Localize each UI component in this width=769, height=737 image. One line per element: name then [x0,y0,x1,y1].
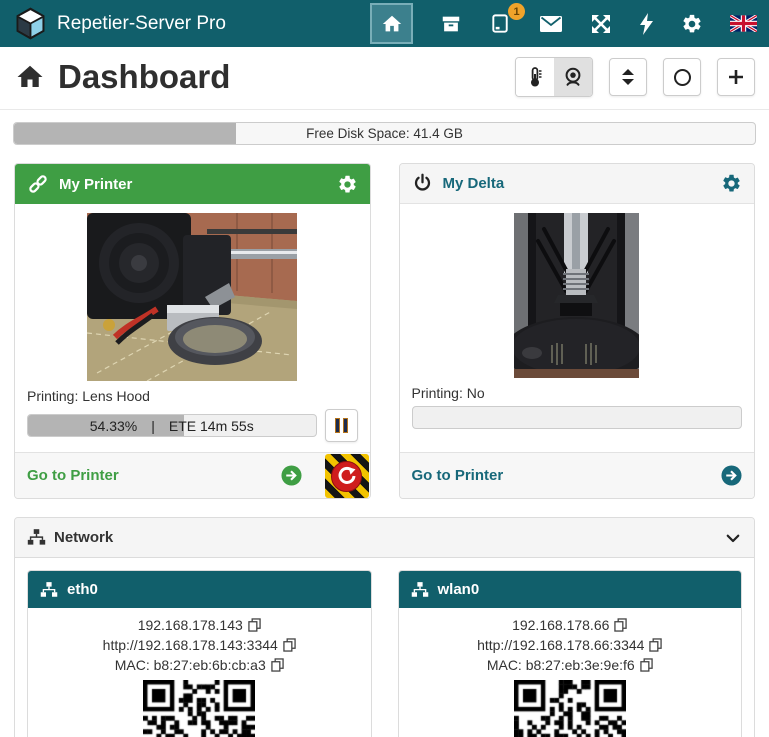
copy-icon[interactable] [283,638,296,652]
printer-card-my-delta: My Delta [399,163,756,499]
page-header: Dashboard [0,47,769,110]
updown-icon [621,68,635,86]
copy-icon[interactable] [640,658,653,672]
progress-eta: ETE 14m 55s [169,418,254,434]
disk-space-label: Free Disk Space: 41.4 GB [14,123,755,144]
progress-separator: | [151,418,155,434]
interface-mac: MAC: b8:27:eb:3e:9e:f6 [487,655,635,675]
go-to-printer-arrow-button[interactable] [281,465,302,486]
printer-settings-button[interactable] [337,174,358,195]
printer-settings-button[interactable] [721,173,742,194]
temperature-view-button[interactable] [516,58,554,96]
record-button[interactable] [663,58,701,96]
network-icon [411,581,429,599]
interface-name: eth0 [67,581,98,598]
network-card-header: eth0 [28,571,371,608]
copy-icon[interactable] [649,638,662,652]
brand[interactable]: Repetier-Server Pro [14,7,226,40]
webcam-view-button[interactable] [554,58,592,96]
progress-percent: 54.33% [90,418,137,434]
arrow-circle-right-icon [281,465,302,486]
gear-icon [337,174,358,195]
go-to-printer-link[interactable]: Go to Printer [412,467,504,484]
print-progress-bar: 54.33% | ETE 14m 55s [27,414,317,437]
arrow-circle-right-icon [721,465,742,486]
emergency-stop-icon [331,461,362,492]
notification-badge: 1 [508,3,525,20]
pause-button[interactable] [325,409,358,442]
network-icon [40,581,58,599]
printer-card-header[interactable]: My Delta [400,164,755,204]
printer-status: Printing: No [412,385,743,401]
printer-name: My Delta [443,175,505,192]
printer-status: Printing: Lens Hood [27,388,358,404]
nav-home-button[interactable] [370,3,413,44]
plus-icon [728,69,744,85]
copy-icon[interactable] [271,658,284,672]
home-icon [381,13,403,35]
interface-ip: 192.168.178.66 [512,615,609,635]
print-progress-bar [412,406,743,429]
circle-icon [674,69,691,86]
add-printer-button[interactable] [717,58,755,96]
nav-archive-button[interactable] [440,13,462,35]
emergency-stop-button[interactable] [325,454,369,498]
go-to-printer-link[interactable]: Go to Printer [27,467,119,484]
network-panel-title: Network [54,529,113,546]
link-icon [27,173,49,195]
printer-card-my-printer: My Printer [14,163,371,499]
dashboard-home-icon [14,62,46,92]
printer-card-header[interactable]: My Printer [15,164,370,204]
collapse-expand-button[interactable] [609,58,647,96]
gear-icon [681,13,703,35]
nav-printers-button[interactable]: 1 [489,12,512,35]
network-panel: Network eth0 192.168.178.143 [14,517,755,737]
interface-url[interactable]: http://192.168.178.66:3344 [477,635,644,655]
network-card-eth0: eth0 192.168.178.143 http://192.168.178.… [27,570,372,737]
interface-url[interactable]: http://192.168.178.143:3344 [103,635,278,655]
nav-messages-button[interactable] [539,15,563,33]
uk-flag-icon [730,15,757,32]
expand-icon [590,13,612,35]
webcam-image-my-printer[interactable] [27,213,358,381]
interface-ip: 192.168.178.143 [138,615,243,635]
interface-name: wlan0 [438,581,480,598]
printer-name: My Printer [59,176,132,193]
nav-settings-button[interactable] [681,13,703,35]
disk-space-bar: Free Disk Space: 41.4 GB [13,122,756,145]
top-navbar: Repetier-Server Pro 1 [0,0,769,47]
webcam-icon [562,66,584,88]
archive-icon [440,13,462,35]
nav-fullscreen-button[interactable] [590,13,612,35]
copy-icon[interactable] [614,618,627,632]
network-card-wlan0: wlan0 192.168.178.66 http://192.168.178.… [398,570,743,737]
printer-cards-row: My Printer [14,163,755,499]
repetier-logo-icon [14,7,47,40]
nav-language-button[interactable] [730,15,757,32]
printer-card-footer: Go to Printer [15,452,370,498]
network-card-header: wlan0 [399,571,742,608]
go-to-printer-arrow-button[interactable] [721,465,742,486]
interface-mac: MAC: b8:27:eb:6b:cb:a3 [115,655,266,675]
network-icon [27,528,46,547]
power-icon [412,173,433,194]
page-title: Dashboard [58,58,230,96]
nav-power-button[interactable] [639,13,654,35]
webcam-image-my-delta[interactable] [412,213,743,378]
thermometer-icon [525,66,545,88]
gear-icon [721,173,742,194]
brand-title: Repetier-Server Pro [57,13,226,35]
view-toggle-group [515,57,593,97]
mail-icon [539,15,563,33]
printer-card-footer: Go to Printer [400,452,755,498]
network-panel-header[interactable]: Network [15,518,754,558]
chevron-down-icon [724,529,742,547]
qr-code [514,680,626,737]
qr-code [143,680,255,737]
copy-icon[interactable] [248,618,261,632]
bolt-icon [639,13,654,35]
